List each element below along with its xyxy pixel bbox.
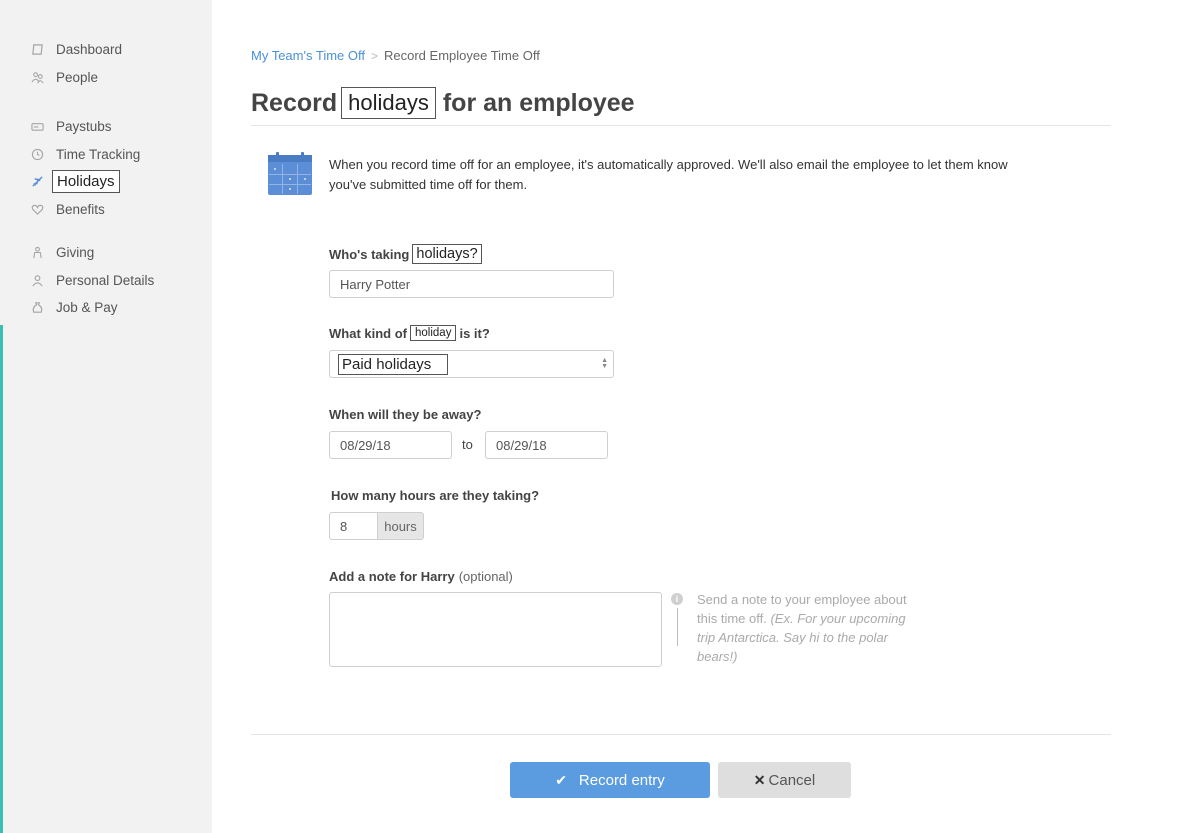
- employee-name-input[interactable]: Harry Potter: [329, 270, 614, 298]
- sidebar-item-label: Personal Details: [56, 272, 155, 288]
- info-icon: i: [671, 593, 683, 605]
- dates-field-label: When will they be away?: [329, 407, 482, 422]
- employee-label-highlight: holidays?: [412, 244, 482, 264]
- record-entry-button[interactable]: ✔ Record entry: [510, 762, 710, 798]
- hours-unit-addon: hours: [377, 512, 424, 540]
- breadcrumb-link-team-time-off[interactable]: My Team's Time Off: [251, 48, 365, 63]
- holiday-type-selected-value: Paid holidays: [338, 353, 448, 375]
- footer-divider: [251, 734, 1111, 735]
- holiday-type-select[interactable]: Paid holidays ▲ ▼: [329, 350, 614, 378]
- note-optional-tag: (optional): [458, 569, 513, 584]
- people-icon: [30, 70, 44, 84]
- money-bag-icon: [30, 300, 44, 314]
- sidebar-item-people[interactable]: People: [30, 66, 98, 88]
- help-divider: [677, 608, 678, 646]
- note-help-text: Send a note to your employee about this …: [697, 590, 907, 666]
- sidebar-item-time-tracking[interactable]: Time Tracking: [30, 143, 140, 165]
- sidebar-item-giving[interactable]: Giving: [30, 241, 94, 263]
- note-label-text: Add a note for Harry: [329, 569, 455, 584]
- kind-label-suffix: is it?: [459, 325, 490, 341]
- note-field-label: Add a note for Harry (optional): [329, 569, 513, 584]
- kind-label-highlight: holiday: [410, 325, 457, 341]
- sidebar-item-label: Holidays: [52, 169, 120, 193]
- note-textarea[interactable]: [329, 592, 662, 667]
- sidebar-accent-bar: [0, 325, 3, 833]
- record-entry-label: Record entry: [578, 771, 665, 789]
- sidebar-item-benefits[interactable]: Benefits: [30, 198, 105, 220]
- date-range-to-label: to: [462, 437, 473, 452]
- cancel-button[interactable]: ✕ Cancel: [718, 762, 851, 798]
- heart-icon: [30, 202, 44, 216]
- cancel-label: Cancel: [768, 771, 816, 789]
- sidebar-item-dashboard[interactable]: Dashboard: [30, 38, 122, 60]
- sidebar-item-job-pay[interactable]: Job & Pay: [30, 296, 118, 318]
- close-icon: ✕: [753, 771, 766, 788]
- calendar-icon: [268, 152, 312, 195]
- info-message: When you record time off for an employee…: [329, 157, 1008, 192]
- dashboard-icon: [30, 42, 44, 56]
- sidebar-item-label: Paystubs: [56, 118, 112, 134]
- sidebar-item-label: Dashboard: [56, 41, 123, 57]
- kind-label-text: What kind of: [329, 325, 407, 341]
- sidebar-item-personal-details[interactable]: Personal Details: [30, 269, 154, 291]
- title-divider: [251, 125, 1111, 126]
- sidebar-item-label: Job & Pay: [56, 299, 118, 315]
- start-date-input[interactable]: 08/29/18: [329, 431, 452, 459]
- sidebar-item-label: People: [56, 69, 99, 85]
- clock-icon: [30, 147, 44, 161]
- page-title-suffix: for an employee: [442, 88, 635, 117]
- paystubs-icon: [30, 119, 44, 133]
- select-arrows-icon: ▲ ▼: [601, 357, 608, 370]
- giving-icon: [30, 245, 44, 259]
- breadcrumb-current: Record Employee Time Off: [384, 48, 540, 63]
- hours-input-group: 8 hours: [329, 512, 424, 540]
- sidebar-item-label: Giving: [56, 244, 95, 260]
- person-icon: [30, 273, 44, 287]
- sidebar-item-holidays[interactable]: Holidays: [30, 169, 120, 193]
- kind-field-label: What kind of holiday is it?: [329, 325, 490, 341]
- plane-icon: [30, 174, 44, 188]
- breadcrumb-separator: >: [370, 49, 378, 63]
- page-title-highlight: holidays: [341, 87, 436, 119]
- sidebar-item-label: Time Tracking: [56, 146, 141, 162]
- breadcrumb: My Team's Time Off > Record Employee Time …: [251, 48, 540, 63]
- hours-input[interactable]: 8: [329, 512, 377, 540]
- sidebar: Dashboard People Paystubs Time Tracking …: [0, 0, 212, 833]
- sidebar-item-paystubs[interactable]: Paystubs: [30, 115, 112, 137]
- checkmark-icon: ✔: [555, 771, 567, 788]
- page-title: Record holidays for an employee: [251, 87, 635, 119]
- employee-field-label: Who's taking holidays?: [329, 244, 482, 264]
- sidebar-item-label: Benefits: [56, 201, 105, 217]
- hours-field-label: How many hours are they taking?: [331, 488, 540, 503]
- employee-label-text: Who's taking: [329, 246, 410, 262]
- page-title-prefix: Record: [251, 88, 338, 117]
- end-date-input[interactable]: 08/29/18: [485, 431, 608, 459]
